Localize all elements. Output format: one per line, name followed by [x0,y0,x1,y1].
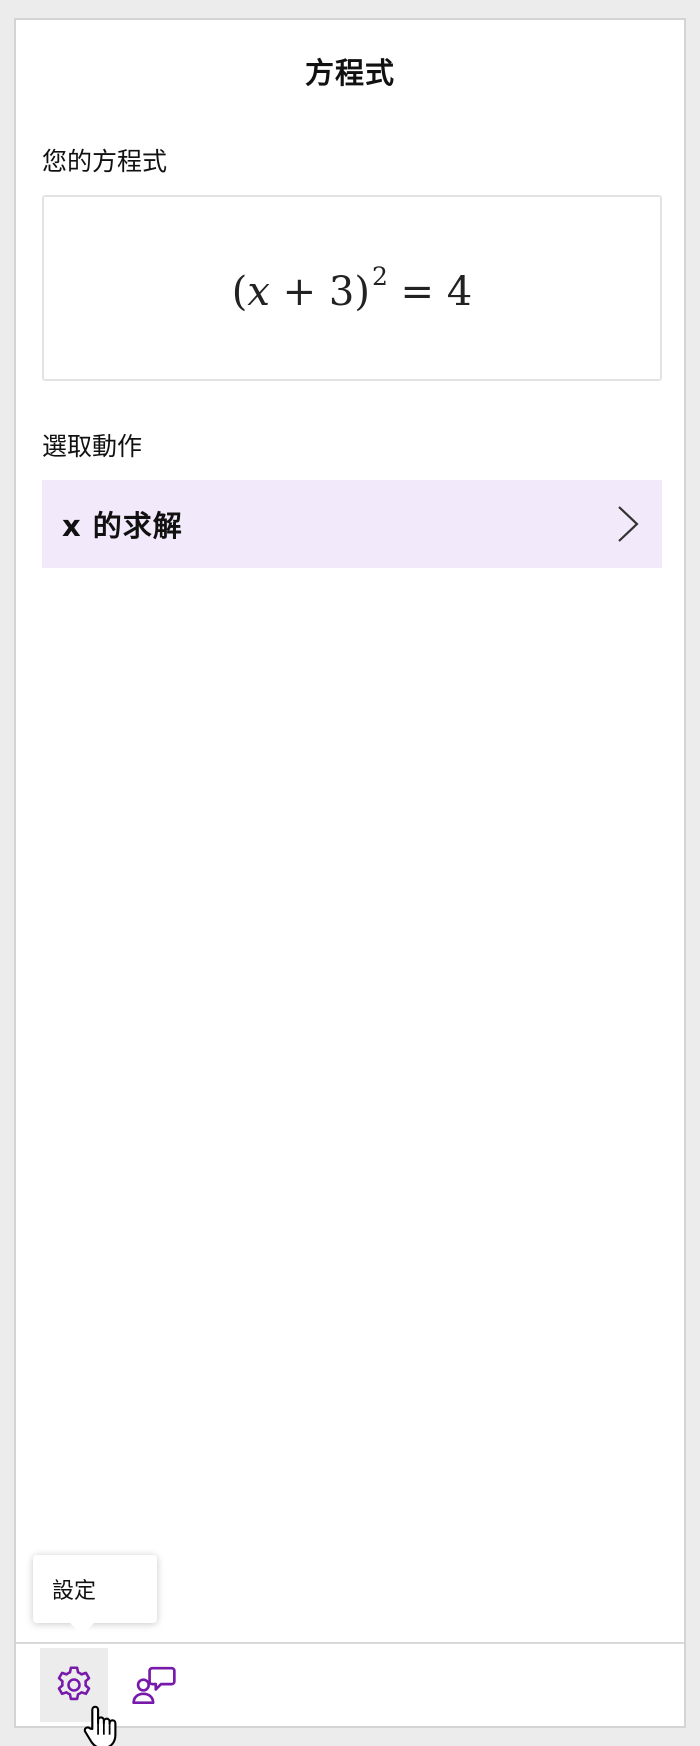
hand-cursor-icon [83,1705,117,1746]
equation-rparen: ) [354,268,370,315]
equation-box: (x + 3)2 = 4 [42,195,662,381]
tooltip-text: 設定 [52,1579,97,1604]
equation-operator: + 3 [269,268,355,315]
select-action-label: 選取動作 [42,432,143,461]
equation-lparen: ( [231,268,248,315]
solve-for-x-action[interactable]: x 的求解 [42,480,662,568]
chevron-right-icon [618,506,639,542]
math-assistant-pane: 方程式 您的方程式 (x + 3)2 = 4 選取動作 x 的求解 設定 [14,18,686,1746]
bottom-toolbar [16,1642,684,1746]
action-label: x 的求解 [62,509,183,543]
equation-variable: x [247,268,270,315]
equation-display: (x + 3)2 = 4 [232,262,473,315]
pane-title: 方程式 [304,56,395,90]
equation-rhs: = 4 [387,268,473,315]
gear-icon [57,1666,91,1701]
equation-exponent: 2 [371,261,388,291]
your-equation-label: 您的方程式 [42,147,168,176]
feedback-button[interactable] [120,1648,188,1722]
feedback-icon [132,1666,176,1705]
tooltip-tail [69,1622,95,1635]
settings-tooltip: 設定 [33,1555,157,1635]
